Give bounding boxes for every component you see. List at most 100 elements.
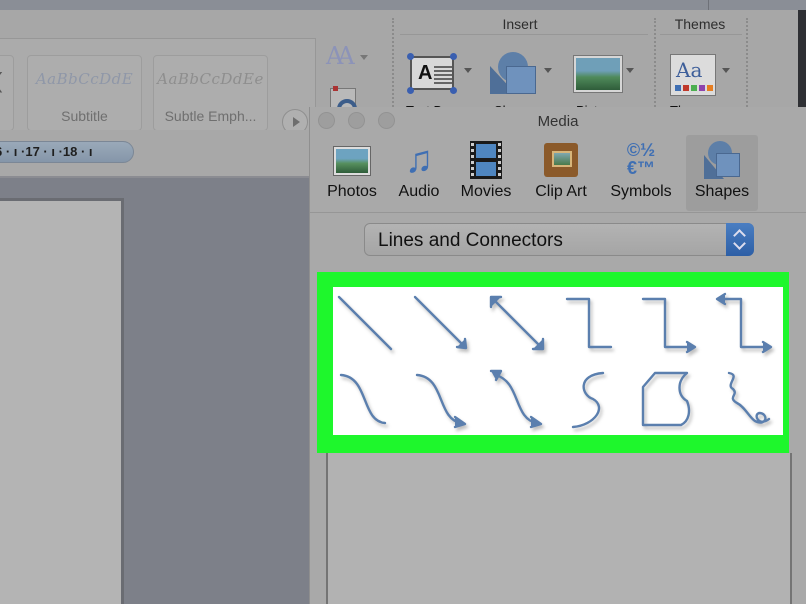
tab-label: Movies xyxy=(460,183,512,200)
photo-frame xyxy=(334,147,370,175)
film-frame xyxy=(476,144,496,158)
swatch xyxy=(675,85,681,91)
movies-icon xyxy=(466,141,506,179)
square-shape xyxy=(716,153,740,177)
clip-art-icon xyxy=(541,141,581,179)
handle-icon xyxy=(450,87,457,94)
film-perforation xyxy=(471,143,474,177)
tab-symbols[interactable]: ©½ €™ Symbols xyxy=(602,135,680,211)
swatch xyxy=(683,85,689,91)
media-title: Media xyxy=(537,113,579,130)
tab-audio[interactable]: ♫ Audio xyxy=(392,135,446,211)
media-tabs: Photos ♫ Audio Movies Clip Art ©½ €™ Sym… xyxy=(310,135,806,213)
handle-icon xyxy=(407,87,414,94)
tab-photos[interactable]: Photos xyxy=(320,135,384,211)
line-icon xyxy=(337,295,393,351)
shape-curve[interactable] xyxy=(563,367,623,431)
shape-curved-double-arrow-connector[interactable] xyxy=(487,367,547,431)
style-name: Subtle Emph... xyxy=(164,108,257,124)
themes-button[interactable]: Aa xyxy=(668,52,716,96)
chevron-down-icon xyxy=(360,55,368,60)
style-sample-partial: ( xyxy=(0,68,2,94)
font-size-button[interactable]: AA xyxy=(326,42,368,78)
picture-button[interactable] xyxy=(572,52,622,94)
film-frame xyxy=(476,162,496,176)
picture-icon xyxy=(574,56,622,92)
symbols-glyph-top: ©½ xyxy=(626,140,656,160)
document-page[interactable] xyxy=(0,198,124,604)
shape-category-value: Lines and Connectors xyxy=(378,230,563,251)
tab-label: Clip Art xyxy=(535,183,587,200)
elbow-double-arrow-connector-icon xyxy=(715,292,773,354)
text-box-icon: A xyxy=(410,56,454,90)
style-tile-subtitle[interactable]: AaBbCcDdE Subtitle xyxy=(27,55,142,131)
square-shape xyxy=(506,66,536,94)
photos-icon xyxy=(332,141,372,179)
shape-curved-arrow-connector[interactable] xyxy=(411,367,471,431)
chevron-down-icon[interactable] xyxy=(544,68,552,73)
swatch xyxy=(707,85,713,91)
shape-freeform[interactable] xyxy=(639,367,699,431)
tab-label: Shapes xyxy=(694,183,750,200)
style-sample: AaBbCcDdEe xyxy=(157,70,264,88)
double-arrow-icon xyxy=(489,295,545,351)
tab-label: Audio xyxy=(398,183,440,200)
text-box-button[interactable]: A xyxy=(407,52,457,94)
swatch xyxy=(699,85,705,91)
shape-curved-connector[interactable] xyxy=(335,367,395,431)
shape-elbow-arrow-connector[interactable] xyxy=(639,293,699,357)
media-titlebar[interactable]: Media xyxy=(310,107,806,135)
horizontal-ruler[interactable]: 6 · ı ·17 · ı ·18 · ı xyxy=(0,141,134,163)
shapes-gallery xyxy=(333,287,783,435)
handle-icon xyxy=(407,53,414,60)
divider xyxy=(708,0,709,10)
themes-group-label: Themes xyxy=(674,16,726,32)
freeform-icon xyxy=(641,371,691,427)
shape-elbow-double-arrow-connector[interactable] xyxy=(715,292,775,357)
shape-elbow-connector[interactable] xyxy=(563,293,623,357)
shape-arrow[interactable] xyxy=(411,293,471,357)
tab-label: Photos xyxy=(327,183,377,200)
film-perforation xyxy=(498,143,501,177)
tab-movies[interactable]: Movies xyxy=(454,135,518,211)
arrow-icon xyxy=(413,295,468,350)
group-rule xyxy=(400,34,648,35)
curved-double-arrow-connector-icon xyxy=(489,369,543,429)
shapes-list-area xyxy=(326,453,792,604)
chevron-down-icon[interactable] xyxy=(464,68,472,73)
ruler-bar: 6 · ı ·17 · ı ·18 · ı xyxy=(0,130,312,178)
select-stepper-icon[interactable] xyxy=(726,223,754,256)
shapes-icon xyxy=(702,141,742,179)
theme-icon: Aa xyxy=(670,54,716,96)
window-edge xyxy=(798,10,806,110)
style-tile-partial[interactable]: ( xyxy=(0,55,14,131)
handle-icon xyxy=(450,53,457,60)
tab-shapes[interactable]: Shapes xyxy=(686,135,758,211)
group-rule xyxy=(660,34,742,35)
style-name: Subtitle xyxy=(61,108,108,124)
chevron-down-icon[interactable] xyxy=(626,68,634,73)
shape-button[interactable] xyxy=(490,52,538,94)
symbols-glyph-bottom: €™ xyxy=(626,158,655,178)
elbow-arrow-connector-icon xyxy=(641,297,697,354)
elbow-connector-icon xyxy=(565,297,613,349)
shape-double-arrow[interactable] xyxy=(487,293,547,357)
tab-label: Symbols xyxy=(610,183,672,200)
badge-icon xyxy=(333,86,338,91)
shape-scribble[interactable] xyxy=(715,367,775,431)
clip-art-picture xyxy=(552,151,572,167)
shape-line[interactable] xyxy=(335,293,395,357)
curve-icon xyxy=(571,371,605,429)
curved-arrow-connector-icon xyxy=(415,373,467,429)
highlight-box xyxy=(317,272,789,453)
style-tile-subtle-emphasis[interactable]: AaBbCcDdEe Subtle Emph... xyxy=(153,55,268,131)
tab-clip-art[interactable]: Clip Art xyxy=(528,135,594,211)
scribble-icon xyxy=(727,371,771,424)
styles-gallery: ( AaBbCcDdE Subtitle AaBbCcDdEe Subtle E… xyxy=(0,38,316,135)
text-box-letter: A xyxy=(418,62,433,84)
shape-category-select[interactable]: Lines and Connectors xyxy=(364,223,754,256)
curved-connector-icon xyxy=(339,373,387,425)
screen: ( AaBbCcDdE Subtitle AaBbCcDdEe Subtle E… xyxy=(0,0,806,604)
chevron-down-icon[interactable] xyxy=(722,68,730,73)
font-size-icon: AA xyxy=(326,42,355,70)
